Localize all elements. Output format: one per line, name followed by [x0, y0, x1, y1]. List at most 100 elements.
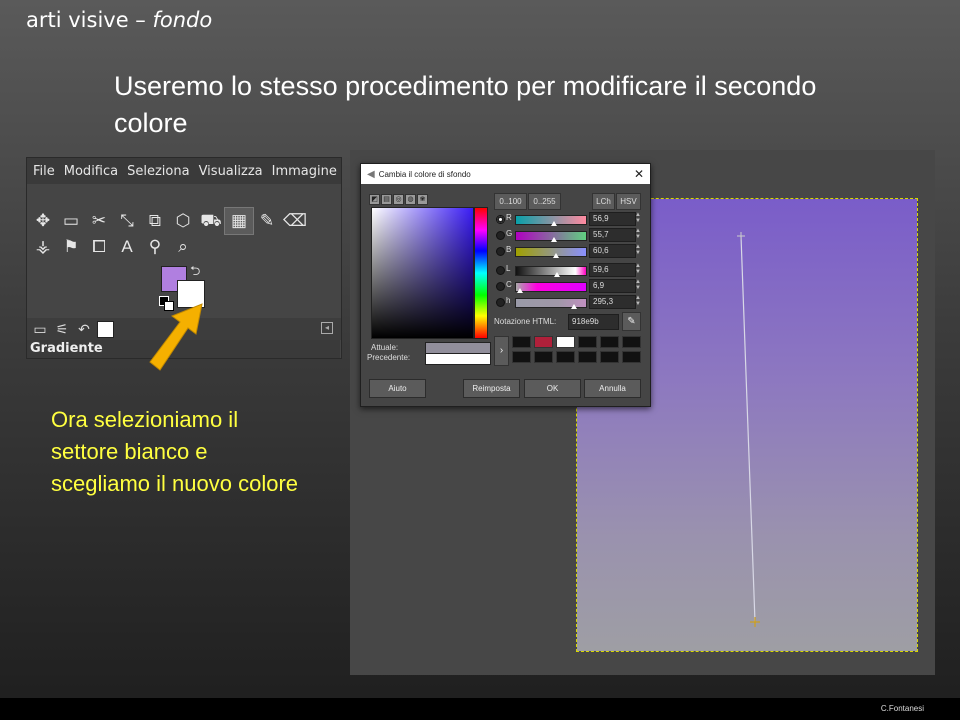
slider-c-label: C — [506, 280, 512, 289]
slider-g: G 55,7 ▲ ▼ — [496, 228, 641, 242]
slider-l-track[interactable] — [515, 266, 587, 276]
slider-l-thumb[interactable] — [554, 272, 560, 277]
slider-h-value[interactable]: 295,3 — [589, 295, 636, 309]
crop-icon[interactable]: ⧉ — [141, 208, 169, 234]
slider-l: L 59,6 ▲ ▼ — [496, 263, 641, 277]
saturation-value-field[interactable] — [371, 207, 474, 339]
palette-selector-icon[interactable]: ❀ — [417, 194, 428, 205]
menu-visualizza[interactable]: Visualizza — [199, 164, 263, 179]
slider-g-value[interactable]: 55,7 — [589, 228, 636, 242]
radio-l[interactable] — [496, 266, 505, 275]
paths-icon[interactable]: ⧠ — [85, 234, 113, 260]
scale-0-255-button[interactable]: 0..255 — [528, 193, 561, 210]
slider-c-thumb[interactable] — [517, 288, 523, 293]
history-swatch[interactable] — [622, 351, 641, 363]
history-swatch[interactable] — [534, 351, 553, 363]
radio-h[interactable] — [496, 298, 505, 307]
history-toggle-icon[interactable]: › — [494, 336, 509, 366]
cmyk-selector-icon[interactable]: ▤ — [381, 194, 392, 205]
swap-colors-icon[interactable]: ⮌ — [190, 262, 200, 284]
zoom-icon[interactable]: ⌕ — [169, 234, 197, 260]
slider-r-value[interactable]: 56,9 — [589, 212, 636, 226]
history-swatch[interactable] — [556, 336, 575, 348]
slide-title-italic: fondo — [152, 8, 213, 32]
gimp-selector-icon[interactable]: ◩ — [369, 194, 380, 205]
history-swatch[interactable] — [600, 336, 619, 348]
clone-icon[interactable]: ⚶ — [29, 234, 57, 260]
history-swatch[interactable] — [622, 336, 641, 348]
ok-button[interactable]: OK — [524, 379, 581, 398]
device-status-tab-icon[interactable]: ⚟ — [53, 321, 71, 338]
html-notation-input[interactable]: 918e9b — [568, 314, 619, 330]
menu-modifica[interactable]: Modifica — [64, 164, 118, 179]
slider-r-thumb[interactable] — [551, 221, 557, 226]
slider-g-thumb[interactable] — [551, 237, 557, 242]
slider-b-thumb[interactable] — [553, 253, 559, 258]
triangle-selector-icon[interactable]: ◎ — [393, 194, 404, 205]
dialog-title: Cambia il colore di sfondo — [378, 169, 471, 179]
scissors-select-icon[interactable]: ✂ — [85, 208, 113, 234]
undo-history-tab-icon[interactable]: ↶ — [75, 321, 93, 338]
history-swatch[interactable] — [556, 351, 575, 363]
radio-c[interactable] — [496, 282, 505, 291]
slider-b: B 60,6 ▲ ▼ — [496, 244, 641, 258]
help-button[interactable]: Aiuto — [369, 379, 426, 398]
cancel-button[interactable]: Annulla — [584, 379, 641, 398]
text-tool-icon[interactable]: A — [113, 234, 141, 260]
slider-l-spin-icon[interactable]: ▲ ▼ — [635, 263, 641, 275]
rect-select-icon[interactable]: ▭ — [57, 208, 85, 234]
slider-b-label: B — [506, 245, 512, 254]
history-swatch[interactable] — [534, 336, 553, 348]
dock-menu-icon[interactable]: ◂ — [321, 322, 333, 334]
scale-0-100-button[interactable]: 0..100 — [494, 193, 527, 210]
tool-grid: ✥ ▭ ✂ ⤡ ⧉ ⬡ ⛟ ▦ ✎ ⌫ ⚶ ⚑ ⧠ A ⚲ ⌕ — [29, 207, 334, 260]
previous-color-swatch[interactable] — [425, 353, 491, 365]
fuzzy-select-icon[interactable]: ⤡ — [113, 208, 141, 234]
color-history — [512, 336, 641, 363]
previous-color-label: Precedente: — [367, 353, 411, 362]
slider-c-spin-icon[interactable]: ▲ ▼ — [635, 279, 641, 291]
slider-b-spin-icon[interactable]: ▲ ▼ — [635, 244, 641, 256]
lch-button[interactable]: LCh — [592, 193, 615, 210]
radio-g[interactable] — [496, 231, 505, 240]
watercolor-selector-icon[interactable]: ◍ — [405, 194, 416, 205]
slider-r: R 56,9 ▲ ▼ — [496, 212, 641, 226]
history-swatch[interactable] — [578, 351, 597, 363]
footer-bar — [0, 698, 960, 720]
menu-seleziona[interactable]: Seleziona — [127, 164, 189, 179]
slider-g-spin-icon[interactable]: ▲ ▼ — [635, 228, 641, 240]
slider-c-value[interactable]: 6,9 — [589, 279, 636, 293]
slider-r-spin-icon[interactable]: ▲ ▼ — [635, 212, 641, 224]
slider-h: h 295,3 ▲ ▼ — [496, 295, 641, 309]
gradient-tool-icon[interactable]: ▦ — [224, 207, 254, 235]
slider-c-track[interactable] — [515, 282, 587, 292]
history-swatch[interactable] — [512, 336, 531, 348]
slider-b-track[interactable] — [515, 247, 587, 257]
slide-title-main: arti visive – — [26, 8, 153, 32]
slider-l-value[interactable]: 59,6 — [589, 263, 636, 277]
eraser-icon[interactable]: ⌫ — [281, 208, 309, 234]
radio-r[interactable] — [496, 215, 505, 224]
color-picker-icon[interactable]: ⚲ — [141, 234, 169, 260]
slider-h-thumb[interactable] — [571, 304, 577, 309]
slider-b-value[interactable]: 60,6 — [589, 244, 636, 258]
eyedropper-icon[interactable]: ✎ — [622, 312, 641, 331]
menu-file[interactable]: File — [33, 164, 55, 179]
radio-b[interactable] — [496, 247, 505, 256]
move-tool-icon[interactable]: ✥ — [29, 208, 57, 234]
hsv-button[interactable]: HSV — [616, 193, 641, 210]
images-tab-icon[interactable] — [97, 320, 114, 338]
menu-immagine[interactable]: Immagine — [272, 164, 337, 179]
paintbrush-icon[interactable]: ✎ — [253, 208, 281, 234]
history-swatch[interactable] — [512, 351, 531, 363]
bucket-fill-icon[interactable]: ⛟ — [197, 208, 225, 234]
hue-strip[interactable] — [474, 207, 488, 339]
history-swatch[interactable] — [600, 351, 619, 363]
close-icon[interactable]: ✕ — [628, 167, 650, 181]
reset-button[interactable]: Reimposta — [463, 379, 520, 398]
tool-options-tab-icon[interactable]: ▭ — [31, 321, 49, 338]
slider-h-spin-icon[interactable]: ▲ ▼ — [635, 295, 641, 307]
transform-icon[interactable]: ⬡ — [169, 208, 197, 234]
history-swatch[interactable] — [578, 336, 597, 348]
smudge-icon[interactable]: ⚑ — [57, 234, 85, 260]
